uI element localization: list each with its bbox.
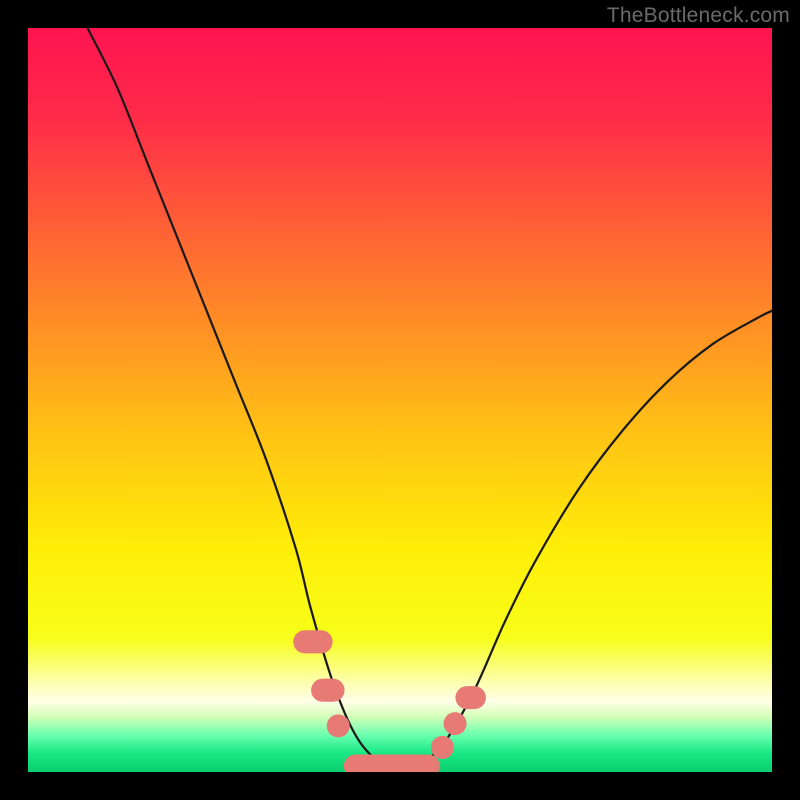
bottleneck-curve [28,28,772,772]
watermark-text: TheBottleneck.com [607,4,790,28]
plot-frame [28,28,772,772]
